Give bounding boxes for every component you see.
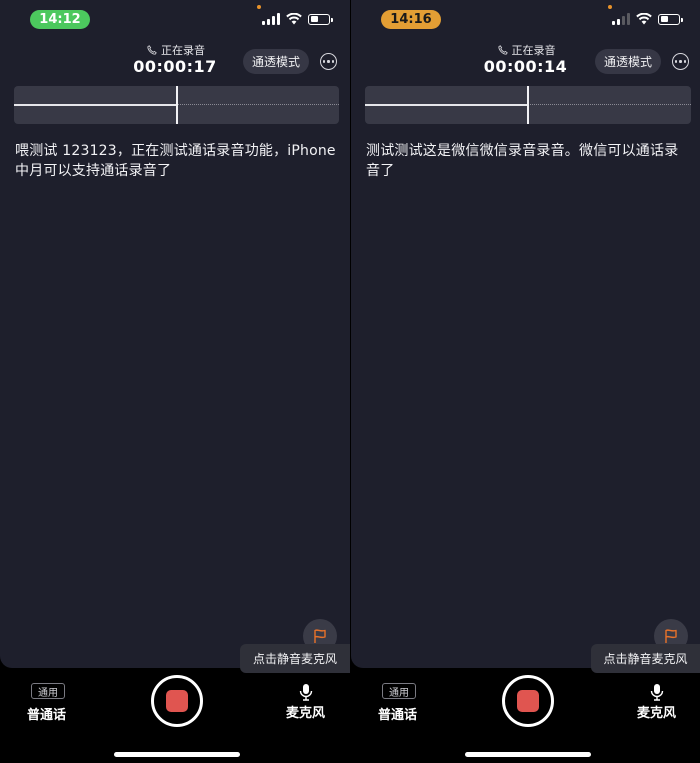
mute-mic-tooltip: 点击静音麦克风 xyxy=(591,644,700,673)
waveform[interactable] xyxy=(365,86,691,124)
waveform-empty xyxy=(177,104,339,105)
home-indicator[interactable] xyxy=(114,752,240,757)
battery-icon xyxy=(308,13,333,25)
status-time-pill[interactable]: 14:16 xyxy=(381,10,441,29)
recording-screen-left: 14:12 正在录音 00:00:17 通透模式 喂测试 123123，正在测试… xyxy=(0,0,350,763)
mute-mic-tooltip: 点击静音麦克风 xyxy=(240,644,350,673)
flag-icon xyxy=(665,629,677,643)
record-stop-button[interactable] xyxy=(502,675,554,727)
home-indicator[interactable] xyxy=(465,752,591,757)
mic-in-use-dot xyxy=(608,5,612,9)
waveform-recorded xyxy=(365,104,527,106)
transcript-text: 测试测试这是微信微信录音录音。微信可以通话录音了 xyxy=(366,143,679,179)
status-icons xyxy=(262,13,333,25)
transcript-text: 喂测试 123123，正在测试通话录音功能，iPhone 中月可以支持通话录音了 xyxy=(15,143,336,179)
record-stop-button[interactable] xyxy=(151,675,203,727)
transparency-mode-button[interactable]: 通透模式 xyxy=(243,49,309,74)
status-time-pill[interactable]: 14:12 xyxy=(30,10,90,29)
more-icon[interactable] xyxy=(672,53,689,70)
microphone-button[interactable]: 麦克风 xyxy=(637,702,676,721)
waveform-playhead[interactable] xyxy=(176,86,178,124)
record-stop-icon xyxy=(517,690,539,712)
signal-icon xyxy=(262,13,280,25)
transparency-mode-button[interactable]: 通透模式 xyxy=(595,49,661,74)
signal-icon xyxy=(612,13,630,25)
waveform-empty xyxy=(528,104,691,105)
mic-in-use-dot xyxy=(257,5,261,9)
more-icon[interactable] xyxy=(320,53,337,70)
general-tag: 通用 xyxy=(382,683,416,699)
waveform[interactable] xyxy=(14,86,339,124)
waveform-recorded xyxy=(14,104,176,106)
recording-status-label: 正在录音 xyxy=(511,44,556,57)
phone-icon xyxy=(497,45,508,55)
waveform-playhead[interactable] xyxy=(527,86,529,124)
wifi-icon xyxy=(286,13,302,25)
status-icons xyxy=(612,13,683,25)
general-tag: 通用 xyxy=(31,683,65,699)
status-time: 14:12 xyxy=(39,12,81,27)
recording-screen-right: 14:16 正在录音 00:00:14 通透模式 测试测试这是微信微信录音录音。… xyxy=(351,0,700,763)
wifi-icon xyxy=(636,13,652,25)
phone-icon xyxy=(147,45,157,55)
recording-status-label: 正在录音 xyxy=(161,44,205,57)
microphone-button[interactable]: 麦克风 xyxy=(286,702,325,721)
mic-icon[interactable] xyxy=(299,683,313,701)
mic-icon[interactable] xyxy=(650,683,664,701)
battery-icon xyxy=(658,13,683,25)
screenshot-comparison: 14:12 正在录音 00:00:17 通透模式 喂测试 123123，正在测试… xyxy=(0,0,700,763)
status-time: 14:16 xyxy=(390,12,432,27)
language-mandarin-button[interactable]: 普通话 xyxy=(378,704,417,723)
language-mandarin-button[interactable]: 普通话 xyxy=(27,704,66,723)
flag-icon xyxy=(314,629,326,643)
record-stop-icon xyxy=(166,690,188,712)
